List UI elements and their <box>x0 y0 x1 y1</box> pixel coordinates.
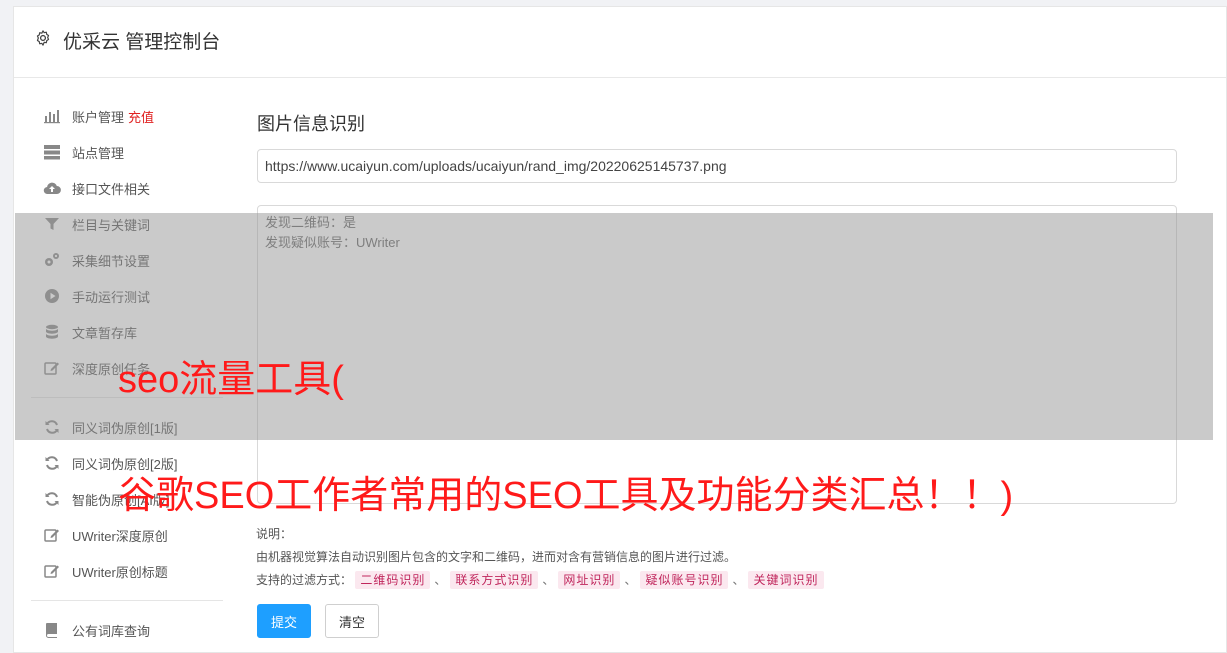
filter-tag-contact: 联系方式识别 <box>450 571 539 589</box>
filter-tag-qrcode: 二维码识别 <box>355 571 431 589</box>
refresh-icon <box>45 456 59 470</box>
bar-chart-icon <box>44 110 60 124</box>
edit-icon <box>44 529 59 542</box>
main-content: 图片信息识别 发现二维码：是 发现疑似账号：UWriter 说明： 由机器视觉算… <box>256 98 1177 638</box>
tag-separator: 、 <box>434 573 447 587</box>
sidebar-item-label: 站点管理 <box>72 145 125 161</box>
tag-separator: 、 <box>624 573 637 587</box>
book-icon <box>46 623 57 638</box>
tag-separator: 、 <box>542 573 555 587</box>
tag-separator: 、 <box>732 573 745 587</box>
recharge-link[interactable]: 充值 <box>128 107 154 126</box>
server-icon <box>44 145 60 160</box>
sidebar-divider <box>31 600 223 601</box>
submit-button[interactable]: 提交 <box>257 604 311 638</box>
notes-title: 说明： <box>256 527 293 541</box>
gear-icon <box>36 30 50 46</box>
sidebar-item-label: UWriter原创标题 <box>72 564 168 580</box>
overlay-banner <box>15 213 1213 440</box>
sidebar-item-label: 账户管理 <box>72 109 125 125</box>
filter-methods: 支持的过滤方式： 二维码识别、联系方式识别、网址识别、疑似账号识别、关键词识别 <box>256 569 824 592</box>
notes-section: 说明： 由机器视觉算法自动识别图片包含的文字和二维码，进而对含有营销信息的图片进… <box>256 523 824 592</box>
section-heading: 图片信息识别 <box>257 114 365 134</box>
sidebar-item-label: 公有词库查询 <box>72 623 151 639</box>
sidebar-item-sites[interactable]: 站点管理 <box>31 134 223 170</box>
filter-tag-url: 网址识别 <box>558 571 621 589</box>
sidebar-item-label: UWriter深度原创 <box>72 528 168 544</box>
sidebar-item-account[interactable]: 账户管理 充值 <box>31 98 223 134</box>
cloud-upload-icon <box>43 182 61 195</box>
notes-description: 由机器视觉算法自动识别图片包含的文字和二维码，进而对含有营销信息的图片进行过滤。 <box>256 550 737 564</box>
sidebar-item-api-files[interactable]: 接口文件相关 <box>31 170 223 206</box>
sidebar-item-public-lexicon[interactable]: 公有词库查询 <box>31 612 223 648</box>
page-title: 优采云 管理控制台 <box>63 32 221 53</box>
refresh-icon <box>45 492 59 506</box>
header: 优采云 管理控制台 <box>14 7 1226 78</box>
sidebar-item-label: 接口文件相关 <box>72 181 151 197</box>
clear-button[interactable]: 清空 <box>325 604 379 638</box>
filter-tag-suspect-account: 疑似账号识别 <box>640 571 729 589</box>
sidebar-item-uwriter-deep[interactable]: UWriter深度原创 <box>31 517 223 553</box>
sidebar-item-uwriter-title[interactable]: UWriter原创标题 <box>31 553 223 589</box>
image-url-input[interactable] <box>257 149 1177 183</box>
overlay-text-line2: 谷歌SEO工作者常用的SEO工具及功能分类汇总！！) <box>118 475 1014 517</box>
overlay-text-line1: seo流量工具( <box>118 359 344 401</box>
filter-label: 支持的过滤方式： <box>256 573 353 587</box>
filter-tag-keyword: 关键词识别 <box>748 571 824 589</box>
edit-icon <box>44 565 59 578</box>
